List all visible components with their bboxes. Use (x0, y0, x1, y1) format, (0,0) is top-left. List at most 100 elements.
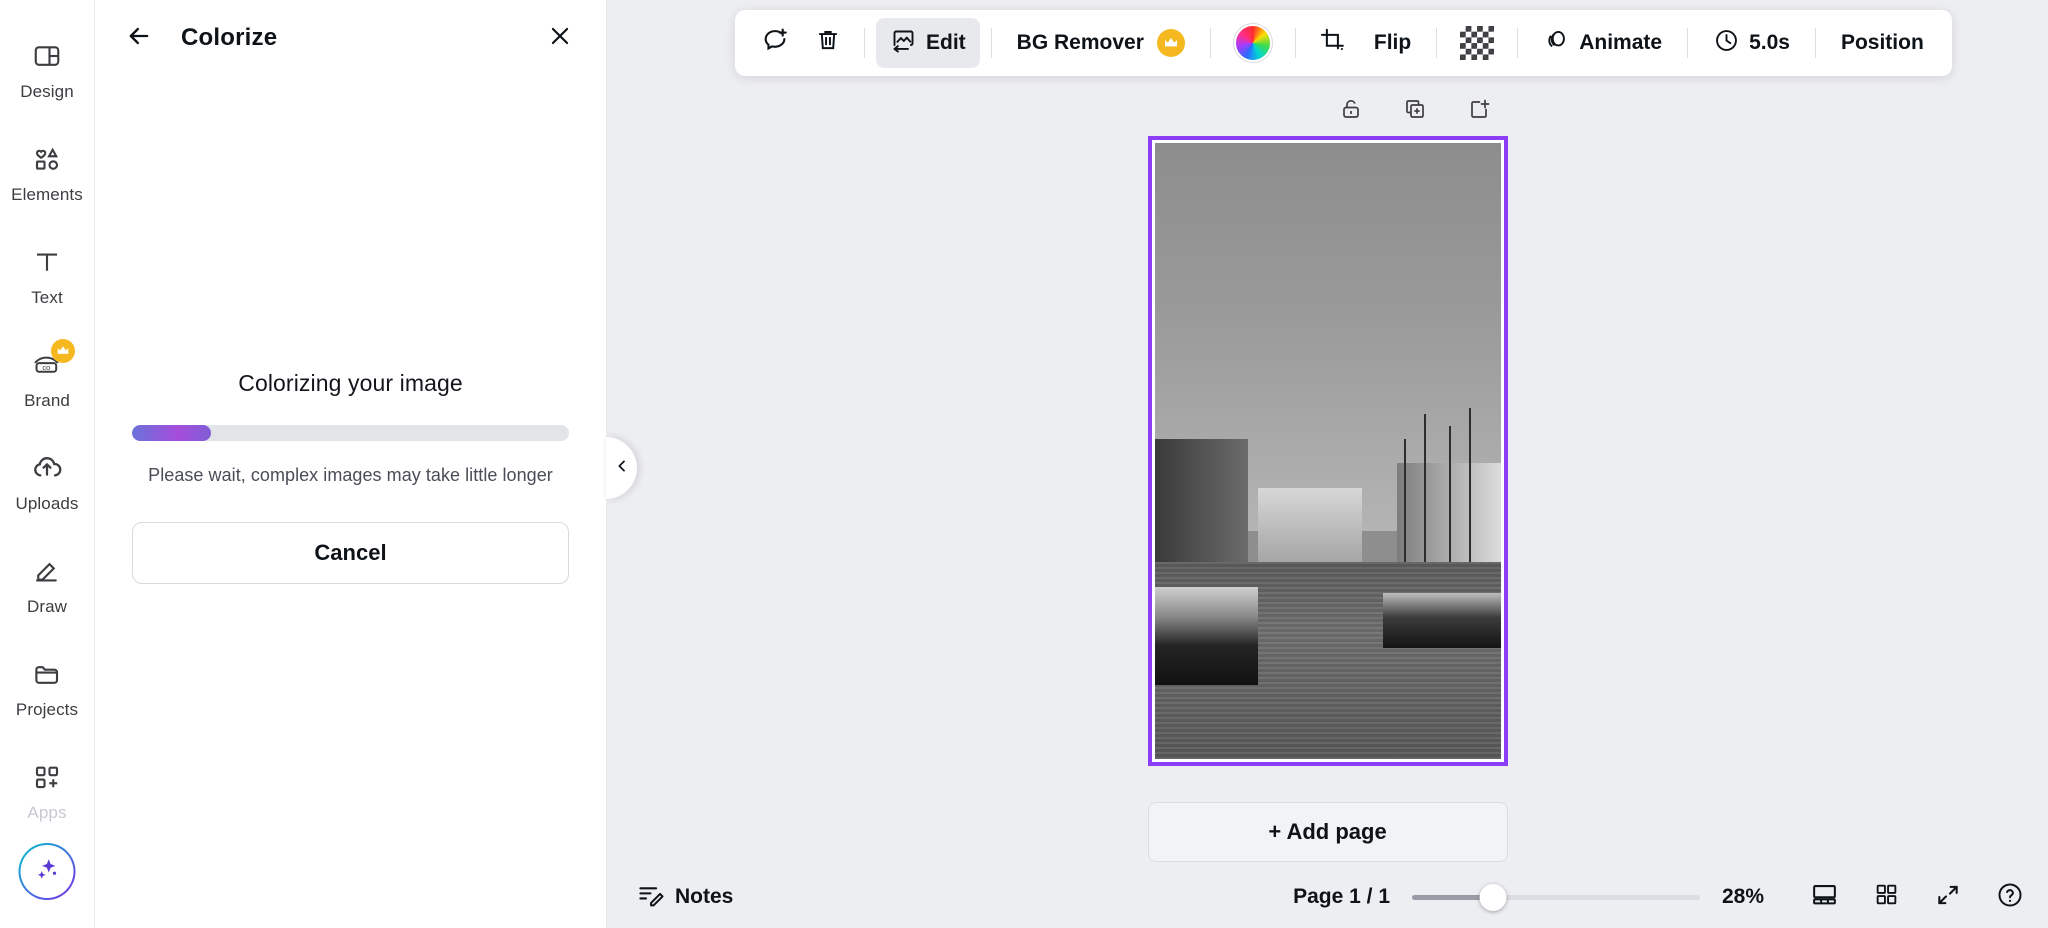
bg-remover-button[interactable]: BG Remover (1003, 18, 1199, 68)
sidebar-item-apps[interactable]: Apps (0, 739, 95, 842)
sidebar-item-brand[interactable]: co Brand (0, 327, 95, 430)
edit-label: Edit (926, 31, 966, 55)
text-icon (28, 243, 66, 281)
chevron-left-icon (614, 458, 630, 479)
toolbar-divider (1295, 28, 1296, 58)
present-icon (1811, 881, 1838, 913)
notes-button[interactable]: Notes (625, 873, 745, 922)
clock-icon (1713, 27, 1740, 60)
progress-hint: Please wait, complex images may take lit… (132, 465, 569, 486)
close-panel-button[interactable] (538, 16, 582, 60)
sidebar-label: Projects (16, 700, 78, 720)
apps-icon (28, 758, 66, 796)
bottom-bar-right: Page 1 / 1 28% (1293, 877, 2030, 917)
cancel-button[interactable]: Cancel (132, 522, 569, 584)
toolbar-divider (1517, 28, 1518, 58)
magic-studio-button[interactable] (19, 843, 76, 900)
transparency-icon (1460, 26, 1494, 60)
toolbar-divider (1687, 28, 1688, 58)
projects-icon (28, 655, 66, 693)
colorize-progress-section: Colorizing your image Please wait, compl… (95, 370, 606, 584)
bottom-bar: Notes Page 1 / 1 28% (607, 866, 2048, 928)
sidebar-item-projects[interactable]: Projects (0, 636, 95, 739)
fullscreen-icon (1935, 882, 1961, 913)
edit-image-button[interactable]: Edit (876, 18, 980, 68)
unlock-icon (1339, 97, 1363, 126)
delete-button[interactable] (803, 18, 853, 68)
bg-remover-label: BG Remover (1017, 31, 1144, 55)
canvas-image[interactable] (1155, 143, 1501, 759)
add-comment-icon (761, 26, 789, 60)
flip-button[interactable]: Flip (1360, 18, 1425, 68)
brand-icon: co (28, 346, 66, 384)
color-button[interactable] (1222, 18, 1284, 68)
zoom-slider-knob[interactable] (1479, 884, 1506, 911)
canva-editor: Design Elements Text (0, 0, 2048, 928)
toolbar-divider (1210, 28, 1211, 58)
animate-button[interactable]: Animate (1529, 18, 1676, 68)
animate-label: Animate (1579, 31, 1662, 55)
position-button[interactable]: Position (1827, 18, 1938, 68)
lock-page-button[interactable] (1334, 94, 1368, 128)
panel-header: Colorize (95, 0, 606, 76)
elements-icon (28, 140, 66, 178)
add-page-button[interactable]: + Add page (1148, 802, 1508, 862)
sidebar-item-design[interactable]: Design (0, 18, 95, 121)
zoom-percentage[interactable]: 28% (1722, 885, 1782, 909)
sidebar-label: Brand (24, 391, 70, 411)
page-tools (1334, 88, 1496, 134)
grid-view-icon (1874, 882, 1899, 912)
zoom-slider[interactable] (1412, 884, 1700, 910)
back-button[interactable] (119, 18, 159, 58)
left-sidebar: Design Elements Text (0, 0, 95, 928)
toolbar-divider (864, 28, 865, 58)
editor-main: Edit BG Remover (607, 0, 2048, 928)
fullscreen-button[interactable] (1928, 877, 1968, 917)
toolbar-divider (991, 28, 992, 58)
help-button[interactable] (1990, 877, 2030, 917)
design-icon (28, 37, 66, 75)
toolbar-divider (1815, 28, 1816, 58)
present-button[interactable] (1804, 877, 1844, 917)
crop-button[interactable] (1307, 18, 1358, 68)
color-wheel-icon (1234, 24, 1272, 62)
transparency-button[interactable] (1448, 18, 1506, 68)
colorize-panel: Colorize Colorizing your image Please wa… (95, 0, 607, 928)
flip-label: Flip (1374, 31, 1411, 55)
add-page-plus-icon (1467, 97, 1491, 126)
duplicate-icon (1403, 97, 1427, 126)
progress-bar (132, 425, 569, 441)
canvas-area: + Add page (607, 76, 2048, 866)
pro-crown-badge (51, 339, 75, 363)
element-toolbar: Edit BG Remover (735, 10, 1952, 76)
duration-button[interactable]: 5.0s (1699, 18, 1804, 68)
progress-title: Colorizing your image (132, 370, 569, 397)
page-indicator[interactable]: Page 1 / 1 (1293, 885, 1390, 909)
notes-label: Notes (675, 885, 733, 909)
crown-icon (1157, 29, 1185, 57)
page-canvas[interactable] (1148, 136, 1508, 766)
uploads-icon (28, 449, 66, 487)
sidebar-item-elements[interactable]: Elements (0, 121, 95, 224)
sidebar-label: Elements (11, 185, 83, 205)
position-label: Position (1841, 31, 1924, 55)
sidebar-label: Design (20, 82, 74, 102)
sidebar-item-uploads[interactable]: Uploads (0, 430, 95, 533)
magic-sparkle-icon (32, 854, 62, 889)
crop-icon (1319, 27, 1346, 60)
svg-text:co: co (42, 363, 50, 372)
sidebar-label: Draw (27, 597, 67, 617)
toolbar-divider (1436, 28, 1437, 58)
sidebar-item-draw[interactable]: Draw (0, 533, 95, 636)
add-comment-button[interactable] (749, 18, 801, 68)
close-icon (547, 23, 573, 54)
sidebar-label: Apps (27, 803, 66, 823)
sidebar-item-text[interactable]: Text (0, 224, 95, 327)
notes-icon (637, 881, 664, 914)
sidebar-label: Uploads (15, 494, 78, 514)
image-boat-left (1155, 587, 1259, 686)
duplicate-page-button[interactable] (1398, 94, 1432, 128)
insert-page-button[interactable] (1462, 94, 1496, 128)
grid-view-button[interactable] (1866, 877, 1906, 917)
edit-image-icon (890, 27, 917, 60)
